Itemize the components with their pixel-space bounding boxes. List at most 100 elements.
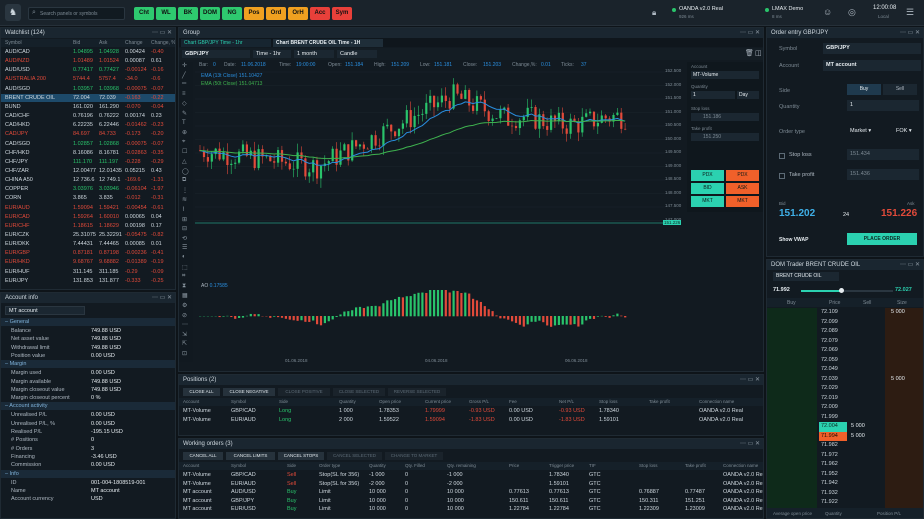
col-header[interactable]: Change	[125, 40, 143, 46]
drawing-tool-icon[interactable]: ╱	[182, 72, 186, 79]
section-header[interactable]: – Account activity	[1, 402, 175, 411]
dom-row[interactable]: 72.079	[767, 337, 923, 347]
dom-price-cell[interactable]: 72.049	[819, 365, 847, 375]
watchlist-row[interactable]: AUD/NZD 1.01489 1.01524 0.00087 0.61	[1, 57, 175, 66]
dom-row[interactable]: 72.019	[767, 394, 923, 404]
chart-style-selector[interactable]: Candle	[337, 50, 377, 58]
drawing-tool-icon[interactable]: ⌇	[182, 206, 185, 213]
stop-loss-checkbox[interactable]	[779, 153, 785, 159]
tab-chart-gbpjpy[interactable]: Chart GBP/JPY Time - 1hr	[181, 39, 271, 47]
chart-red-ask-button[interactable]: ASK	[726, 183, 759, 194]
take-profit-input[interactable]: 151.436	[847, 169, 919, 180]
watchlist-row[interactable]: AUD/USD 0.77417 0.77427 -0.00124 -0.16	[1, 66, 175, 75]
dom-price-cell[interactable]: 72.089	[819, 327, 847, 337]
col-header[interactable]: Gross P/L	[469, 399, 489, 404]
section-header[interactable]: – Margin	[1, 360, 175, 369]
dom-symbol-selector[interactable]: BRENT CRUDE OIL	[773, 272, 839, 281]
watchlist-row[interactable]: CAD/HKD 6.22235 6.22446 -0.01462 -0.23	[1, 121, 175, 130]
shortcut-orh-button[interactable]: OrH	[288, 7, 308, 20]
drawing-tool-icon[interactable]: △	[182, 158, 187, 165]
dom-price-cell[interactable]: 72.079	[819, 337, 847, 347]
drawing-tool-icon[interactable]: ≋	[182, 196, 187, 203]
connection-oanda[interactable]: OANDA v2.0 Real 926 ms	[672, 5, 742, 21]
watchlist-row[interactable]: AUSTRALIA 200 5744.4 5757.4 -34.0 -0.6	[1, 75, 175, 84]
drawing-tool-icon[interactable]: ═	[182, 81, 186, 87]
shortcut-pos-button[interactable]: Pos	[244, 7, 264, 20]
col-header[interactable]: Net P/L	[559, 399, 574, 404]
dom-price-cell[interactable]: 71.982	[819, 441, 847, 451]
dom-price-cell[interactable]: 71.994	[819, 431, 847, 442]
watchlist-row[interactable]: CHF/JPY 111.170 111.197 -0.228 -0.29	[1, 158, 175, 167]
col-header[interactable]: Symbol	[5, 40, 22, 46]
drawing-tool-icon[interactable]: ⋯	[182, 321, 188, 328]
col-header[interactable]: Ask	[99, 40, 107, 46]
close-selected-button[interactable]: CLOSE SELECTED	[333, 388, 385, 396]
drawing-tool-icon[interactable]: ≡	[182, 91, 186, 97]
dom-price-cell[interactable]: 72.004	[819, 422, 847, 432]
dom-row[interactable]: 72.049	[767, 365, 923, 375]
drawing-tool-icon[interactable]: ⧉	[182, 177, 186, 184]
drawing-tool-icon[interactable]: ⌗	[182, 273, 185, 280]
change-to-market-button[interactable]: CHANGE TO MARKET	[385, 452, 443, 460]
col-header[interactable]: Account	[183, 463, 199, 468]
take-profit-checkbox[interactable]	[779, 173, 785, 179]
dom-spread-slider[interactable]	[801, 288, 893, 293]
drawing-tool-icon[interactable]: ⇱	[182, 340, 187, 347]
drawing-tool-icon[interactable]: ▦	[182, 292, 188, 299]
col-header[interactable]: Order type	[319, 463, 340, 468]
oe-account-selector[interactable]: MT account	[823, 60, 921, 71]
drawing-tool-icon[interactable]: ✎	[182, 110, 187, 117]
bid-price[interactable]: 151.202	[779, 208, 815, 219]
drawing-tool-icon[interactable]: ☐	[182, 148, 187, 155]
chart-red-pdx-button[interactable]: PDX	[726, 170, 759, 181]
window-controls-icon[interactable]: ⋯ ▭ ✕	[740, 439, 760, 449]
dom-row[interactable]: 71.952	[767, 470, 923, 480]
dom-row[interactable]: 71.994 5 000	[767, 431, 923, 442]
position-row[interactable]: MT-Volume EUR/AUD Long 2 000 1.59522 1.59094 -…	[179, 416, 763, 425]
window-controls-icon[interactable]: ⋯ ▭ ✕	[900, 28, 920, 38]
oe-symbol-selector[interactable]: GBP/JPY	[823, 43, 921, 54]
col-header[interactable]: Take profit	[685, 463, 706, 468]
ask-price[interactable]: 151.226	[881, 208, 917, 219]
tab-chart-brent[interactable]: Chart BRENT CRUDE OIL Time - 1H	[273, 39, 383, 47]
chart-green-mkt-button[interactable]: MKT	[691, 196, 724, 207]
timeframe-selector[interactable]: Time - 1hr	[253, 50, 291, 58]
col-header[interactable]: Trigger price	[549, 463, 574, 468]
dom-row[interactable]: 72.029	[767, 384, 923, 394]
drawing-tool-icon[interactable]: ⚙	[182, 302, 187, 309]
dom-price-cell[interactable]: 71.942	[819, 479, 847, 489]
shortcut-dom-button[interactable]: DOM	[200, 7, 220, 20]
dom-row[interactable]: 72.099	[767, 318, 923, 328]
drawing-tool-icon[interactable]: ⧗	[182, 283, 186, 290]
col-header[interactable]: Take profit	[649, 399, 670, 404]
drawing-tool-icon[interactable]: ✛	[182, 62, 187, 69]
drawing-tool-icon[interactable]: ⊞	[182, 216, 187, 223]
cancel-selected-button[interactable]: CANCEL SELECTED	[327, 452, 382, 460]
dom-col-header[interactable]: Size	[897, 300, 907, 306]
col-header[interactable]: Connection name	[723, 463, 758, 468]
col-header[interactable]: Change, %	[151, 40, 175, 46]
cancel-limits-button[interactable]: CANCEL LIMITS	[226, 452, 275, 460]
working-order-row[interactable]: MT account EUR/USD Buy Limit 10 000 0 10 000 1.…	[179, 505, 763, 514]
dom-price-cell[interactable]: 72.039	[819, 375, 847, 385]
watchlist-row[interactable]: EUR/CZK 25.31075 25.32291 -0.05475 -0.82	[1, 231, 175, 240]
close-positive-button[interactable]: CLOSE POSITIVE	[278, 388, 330, 396]
drawing-tool-icon[interactable]: ⌖	[182, 139, 185, 146]
tif-selector[interactable]: FOK ▾	[893, 126, 921, 136]
watchlist-row[interactable]: CORN 3.865 3.835 -0.012 -0.31	[1, 194, 175, 203]
search-input[interactable]: ⌕ Search panels or symbols	[28, 7, 125, 20]
watchlist-row[interactable]: CHF/ZAR 12.00477 12.01435 0.05215 0.43	[1, 167, 175, 176]
order-type-selector[interactable]: Market ▾	[847, 126, 883, 136]
drawing-tool-icon[interactable]: T	[182, 120, 186, 126]
ao-oscillator-chart[interactable]	[195, 290, 665, 354]
col-header[interactable]: Symbol	[231, 463, 246, 468]
watchlist-row[interactable]: EUR/GBP 0.87181 0.87198 -0.00236 -0.41	[1, 249, 175, 258]
drawing-tool-icon[interactable]: ◯	[182, 168, 189, 175]
col-header[interactable]: Bid	[73, 40, 80, 46]
chart-tif-selector[interactable]: Day	[737, 91, 759, 99]
col-header[interactable]: Qty. remaining	[447, 463, 476, 468]
cancel-all-button[interactable]: CANCEL ALL	[183, 452, 223, 460]
dom-price-cell[interactable]: 71.972	[819, 451, 847, 461]
dom-row[interactable]: 71.999	[767, 413, 923, 423]
dom-row[interactable]: 72.009	[767, 403, 923, 413]
